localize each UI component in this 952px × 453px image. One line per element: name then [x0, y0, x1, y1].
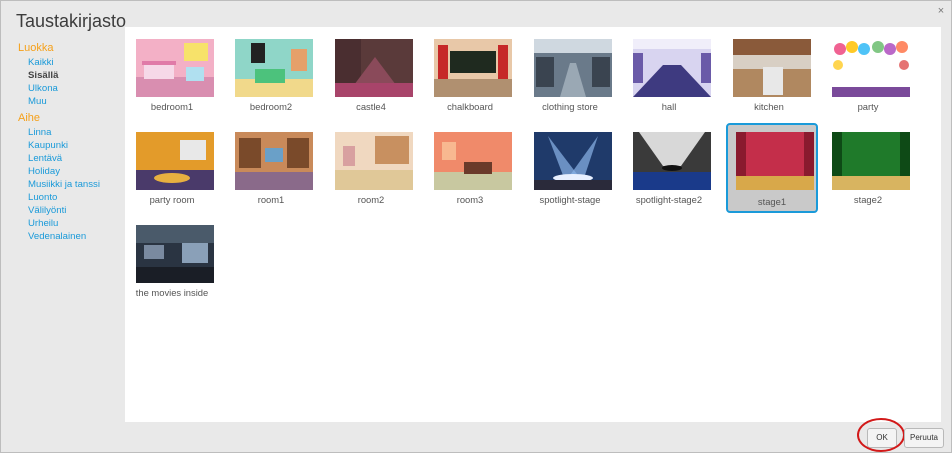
sidebar-item-music-dance[interactable]: Musiikki ja tanssi — [18, 178, 118, 191]
backdrop-thumbnail — [136, 225, 214, 283]
theme-heading: Aihe — [18, 112, 41, 124]
backdrop-tile-hall[interactable]: hall — [623, 28, 715, 118]
backdrop-name: castle4 — [356, 101, 386, 112]
backdrop-name: spotlight-stage2 — [635, 194, 703, 205]
backdrop-thumbnail — [136, 132, 214, 190]
backdrop-tile-bedroom2[interactable]: bedroom2 — [225, 28, 317, 118]
backdrop-thumbnail — [733, 39, 811, 97]
sidebar-item-outdoors[interactable]: Ulkona — [18, 82, 118, 95]
backdrop-name: stage2 — [853, 194, 883, 205]
backdrop-name: hall — [661, 101, 677, 112]
backdrop-name: bedroom2 — [249, 101, 293, 112]
ok-highlight-annotation — [857, 418, 905, 452]
backdrop-name: spotlight-stage — [539, 194, 601, 205]
backdrop-tile-kitchen[interactable]: kitchen — [723, 28, 815, 118]
backdrop-thumbnail — [434, 39, 512, 97]
backdrop-name: party — [857, 101, 879, 112]
backdrop-library-dialog: Taustakirjasto × Luokka Kaikki Sisällä U… — [0, 0, 952, 453]
category-heading: Luokka — [18, 42, 54, 54]
backdrop-name: the movies inside — [135, 287, 209, 298]
sidebar-item-all[interactable]: Kaikki — [18, 56, 118, 69]
backdrop-name: stage1 — [757, 196, 787, 207]
backdrop-tile-chalkboard[interactable]: chalkboard — [424, 28, 516, 118]
backdrop-thumbnail — [534, 39, 612, 97]
backdrop-name: chalkboard — [447, 101, 493, 112]
cancel-button[interactable]: Peruuta — [904, 428, 944, 448]
backdrop-grid: bedroom1 bedroom2 castle4 chalkboard clo… — [125, 27, 941, 422]
backdrop-thumbnail — [434, 132, 512, 190]
backdrop-grid-panel: bedroom1 bedroom2 castle4 chalkboard clo… — [125, 27, 941, 422]
backdrop-tile-clothing-store[interactable]: clothing store — [524, 28, 616, 118]
backdrop-tile-the-movies-inside[interactable]: the movies inside — [126, 214, 218, 304]
sidebar-item-flying[interactable]: Lentävä — [18, 152, 118, 165]
backdrop-thumbnail — [633, 39, 711, 97]
backdrop-name: party room — [149, 194, 195, 205]
sidebar-item-underwater[interactable]: Vedenalainen — [18, 230, 118, 243]
dialog-title: Taustakirjasto — [16, 11, 127, 31]
sidebar-item-city[interactable]: Kaupunki — [18, 139, 118, 152]
sidebar-item-other[interactable]: Muu — [18, 95, 118, 108]
backdrop-name: room1 — [257, 194, 285, 205]
backdrop-thumbnail — [235, 39, 313, 97]
backdrop-tile-party-room[interactable]: party room — [126, 121, 218, 211]
backdrop-tile-stage1[interactable]: stage1 — [726, 123, 818, 213]
backdrop-thumbnail — [235, 132, 313, 190]
backdrop-name: bedroom1 — [150, 101, 194, 112]
close-icon[interactable]: × — [935, 5, 947, 17]
backdrop-thumbnail — [832, 39, 910, 97]
backdrop-name: room3 — [456, 194, 484, 205]
backdrop-tile-room3[interactable]: room3 — [424, 121, 516, 211]
backdrop-thumbnail — [736, 132, 814, 190]
backdrop-tile-bedroom1[interactable]: bedroom1 — [126, 28, 218, 118]
backdrop-thumbnail — [832, 132, 910, 190]
sidebar-item-indoors[interactable]: Sisällä — [18, 69, 118, 82]
backdrop-tile-spotlight-stage[interactable]: spotlight-stage — [524, 121, 616, 211]
backdrop-tile-castle4[interactable]: castle4 — [325, 28, 417, 118]
backdrop-thumbnail — [633, 132, 711, 190]
sidebar-item-sports[interactable]: Urheilu — [18, 217, 118, 230]
backdrop-name: clothing store — [542, 101, 598, 112]
backdrop-tile-stage2[interactable]: stage2 — [822, 121, 914, 211]
sidebar-item-space[interactable]: Välilyönti — [18, 204, 118, 217]
backdrop-thumbnail — [534, 132, 612, 190]
backdrop-thumbnail — [335, 39, 413, 97]
sidebar-item-nature[interactable]: Luonto — [18, 191, 118, 204]
category-sidebar: Luokka Kaikki Sisällä Ulkona Muu Aihe Li… — [18, 42, 118, 243]
backdrop-name: room2 — [357, 194, 385, 205]
sidebar-item-castle[interactable]: Linna — [18, 126, 118, 139]
backdrop-thumbnail — [136, 39, 214, 97]
backdrop-tile-room2[interactable]: room2 — [325, 121, 417, 211]
backdrop-name: kitchen — [754, 101, 784, 112]
backdrop-tile-room1[interactable]: room1 — [225, 121, 317, 211]
backdrop-tile-party[interactable]: party — [822, 28, 914, 118]
backdrop-tile-spotlight-stage2[interactable]: spotlight-stage2 — [623, 121, 715, 211]
sidebar-item-holiday[interactable]: Holiday — [18, 165, 118, 178]
backdrop-thumbnail — [335, 132, 413, 190]
